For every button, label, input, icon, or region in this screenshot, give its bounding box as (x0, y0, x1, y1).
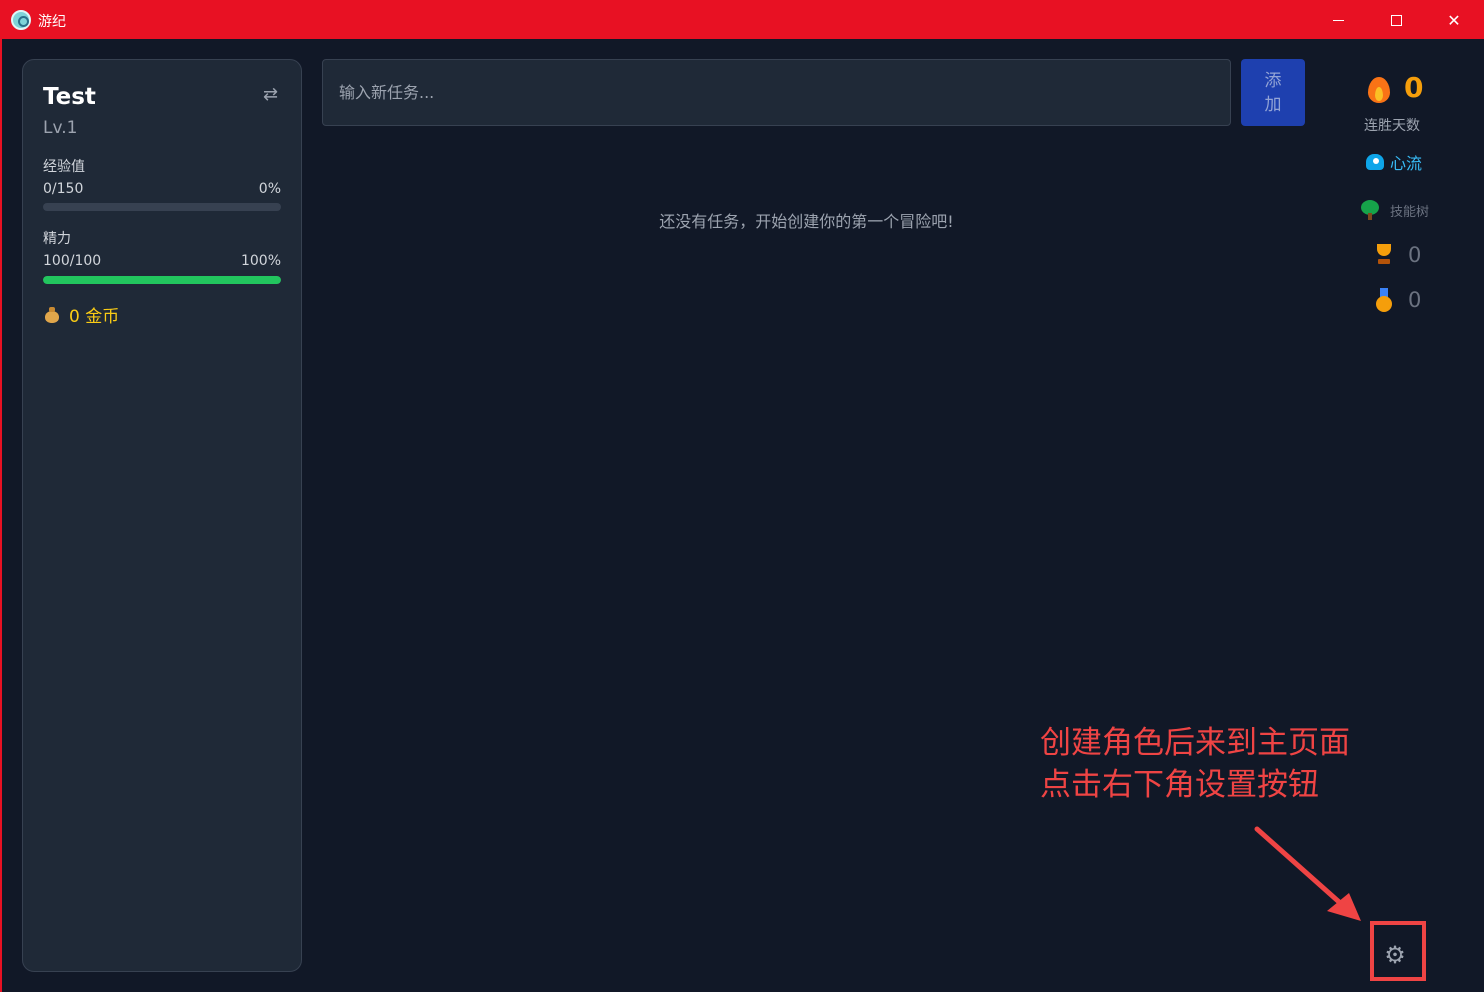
coin-text: 0 金币 (69, 307, 120, 327)
player-level: Lv.1 (43, 118, 78, 138)
gear-icon: ⚙ (1384, 941, 1406, 969)
minimize-icon (1332, 19, 1344, 21)
medal-count: 0 (1408, 288, 1422, 312)
new-task-input[interactable] (322, 59, 1231, 126)
trophy-icon (1374, 244, 1394, 266)
switch-character-icon[interactable]: ⇄ (263, 84, 278, 105)
flow-link[interactable]: 心流 (1366, 150, 1422, 174)
tutorial-annotation: 创建角色后来到主页面 点击右下角设置按钮 (1040, 722, 1350, 806)
title-bar: 游纪 ✕ (1, 1, 1484, 39)
energy-percent: 100% (240, 253, 281, 269)
trophy-counter[interactable]: 0 (1374, 243, 1421, 267)
energy-bar (43, 276, 281, 284)
fire-icon (1368, 73, 1390, 103)
settings-button[interactable]: ⚙ (1382, 942, 1408, 968)
streak-label: 连胜天数 (1364, 118, 1420, 134)
experience-percent: 0% (258, 181, 281, 197)
minimize-button[interactable] (1309, 1, 1367, 39)
medal-counter[interactable]: 0 (1374, 288, 1421, 312)
energy-value: 100/100 (43, 253, 102, 269)
tree-icon (1360, 200, 1380, 220)
maximize-icon (1390, 14, 1402, 26)
player-name: Test (43, 84, 96, 110)
experience-label: 经验值 (43, 159, 85, 175)
annotation-arrow (1254, 826, 1361, 921)
energy-label: 精力 (43, 231, 71, 247)
close-button[interactable]: ✕ (1425, 1, 1483, 39)
experience-bar (43, 203, 281, 211)
medal-icon (1374, 288, 1394, 312)
coin-balance: 0 金币 (43, 302, 119, 327)
close-icon: ✕ (1447, 10, 1461, 30)
skill-tree-label: 技能树 (1390, 204, 1430, 220)
streak-display: 0 (1368, 71, 1423, 104)
streak-count: 0 (1404, 71, 1424, 104)
flow-link-label: 心流 (1390, 154, 1423, 173)
money-bag-icon (43, 306, 61, 324)
app-window: 游纪 ✕ Test ⇄ Lv.1 经验值 0/150 0% 精力 100/100… (0, 0, 1484, 992)
player-card: Test ⇄ Lv.1 经验值 0/150 0% 精力 100/100 100%… (22, 59, 302, 972)
annotation-line-1: 创建角色后来到主页面 (1040, 725, 1350, 761)
maximize-button[interactable] (1367, 1, 1425, 39)
app-logo-icon (11, 10, 31, 30)
window-title: 游纪 (38, 14, 66, 30)
annotation-line-2: 点击右下角设置按钮 (1040, 767, 1319, 803)
add-task-button[interactable]: 添加 (1241, 59, 1305, 126)
experience-value: 0/150 (43, 181, 84, 197)
skill-tree-link[interactable]: 技能树 (1360, 200, 1429, 220)
flow-icon (1366, 154, 1384, 170)
empty-task-message: 还没有任务，开始创建你的第一个冒险吧! (659, 212, 954, 231)
energy-bar-fill (43, 276, 281, 284)
trophy-count: 0 (1408, 243, 1422, 267)
